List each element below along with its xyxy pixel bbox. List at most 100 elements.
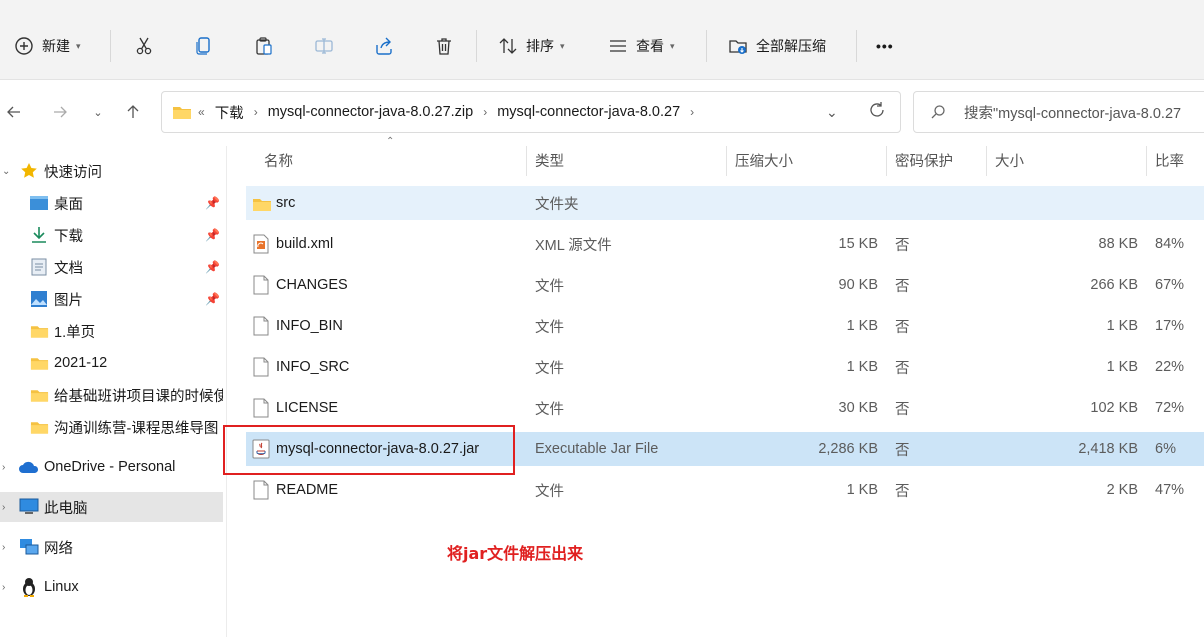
refresh-button[interactable] (868, 101, 886, 122)
up-button[interactable] (119, 96, 147, 128)
file-type: Executable Jar File (535, 441, 659, 457)
toolbar-divider (856, 30, 857, 62)
address-overflow[interactable]: « (198, 105, 205, 119)
address-dropdown-icon[interactable]: ⌄ (826, 104, 838, 121)
sidebar-item-onedrive[interactable]: › OneDrive - Personal (0, 452, 223, 482)
file-name: INFO_SRC (276, 359, 350, 375)
file-type: XML 源文件 (535, 237, 612, 254)
sidebar-item-label: 快速访问 (44, 164, 102, 181)
view-list-icon (610, 40, 626, 52)
column-header-type[interactable]: 类型 (535, 140, 564, 180)
column-divider[interactable] (886, 146, 887, 176)
file-row-changes[interactable]: CHANGES 文件 90 KB 否 266 KB 67% (246, 268, 1204, 302)
sidebar-item-desktop[interactable]: 桌面 📌 (0, 188, 223, 218)
sidebar-item-label: 2021-12 (54, 355, 108, 371)
sidebar-item-downloads[interactable]: 下载 📌 (0, 220, 223, 250)
search-box[interactable]: 搜索"mysql-connector-java-8.0.27 (913, 91, 1204, 133)
column-divider[interactable] (986, 146, 987, 176)
sidebar-item-folder-4[interactable]: 沟通训练营-课程思维导图 (0, 412, 223, 442)
file-name: LICENSE (276, 400, 339, 416)
column-divider[interactable] (526, 146, 527, 176)
file-icon (253, 357, 269, 377)
paste-button[interactable] (254, 26, 274, 66)
share-button[interactable] (374, 26, 394, 66)
view-label: 查看 (636, 38, 664, 54)
file-password: 否 (895, 278, 910, 295)
file-compressed-size: 30 KB (838, 400, 879, 416)
file-compressed-size: 90 KB (838, 277, 879, 293)
copy-button[interactable] (194, 26, 214, 66)
column-header-ratio[interactable]: 比率 (1155, 140, 1184, 180)
sidebar-item-pictures[interactable]: 图片 📌 (0, 284, 223, 314)
pin-icon[interactable]: 📌 (205, 292, 220, 306)
breadcrumb-zip[interactable]: mysql-connector-java-8.0.27.zip (268, 104, 474, 120)
more-button[interactable]: ••• (876, 26, 894, 66)
sidebar-item-network[interactable]: › 网络 (0, 532, 223, 562)
chevron-right-icon[interactable]: › (2, 542, 5, 553)
column-divider[interactable] (726, 146, 727, 176)
breadcrumb-downloads[interactable]: 下载 (215, 102, 244, 123)
arrow-left-icon (7, 106, 20, 118)
sidebar-item-quick-access[interactable]: ⌄ 快速访问 (0, 156, 223, 186)
rename-icon (315, 38, 333, 54)
chevron-down-icon: ▾ (560, 40, 565, 51)
column-header-size[interactable]: 大小 (995, 140, 1024, 180)
rename-button[interactable] (314, 26, 334, 66)
column-header-compressed-size[interactable]: 压缩大小 (735, 140, 793, 180)
pin-icon[interactable]: 📌 (205, 260, 220, 274)
column-divider[interactable] (1146, 146, 1147, 176)
sidebar-item-folder-3[interactable]: 给基础班讲项目课的时候使 (0, 380, 223, 410)
search-input[interactable]: 搜索"mysql-connector-java-8.0.27 (964, 102, 1181, 123)
sidebar-item-linux[interactable]: › Linux (0, 572, 223, 602)
chevron-right-icon: › (690, 105, 695, 119)
folder-icon (30, 358, 49, 370)
sidebar-item-label: 给基础班讲项目课的时候使 (54, 388, 223, 405)
file-row-license[interactable]: LICENSE 文件 30 KB 否 102 KB 72% (246, 391, 1204, 425)
share-icon (376, 37, 392, 55)
sidebar-item-documents[interactable]: 文档 📌 (0, 252, 223, 282)
pane-divider[interactable] (226, 146, 227, 637)
file-row-src[interactable]: src 文件夹 (246, 186, 1204, 220)
extract-all-button[interactable]: 全部解压缩 (728, 26, 826, 66)
file-icon (253, 275, 269, 295)
sort-button[interactable]: 排序 ▾ (498, 26, 565, 66)
file-ratio: 84% (1155, 236, 1185, 252)
file-ratio: 17% (1155, 318, 1185, 334)
file-name: README (276, 482, 339, 498)
toolbar-divider (706, 30, 707, 62)
network-icon (20, 539, 39, 555)
pin-icon[interactable]: 📌 (205, 196, 220, 210)
file-row-readme[interactable]: README 文件 1 KB 否 2 KB 47% (246, 473, 1204, 507)
chevron-right-icon[interactable]: › (2, 582, 5, 593)
chevron-right-icon[interactable]: › (2, 502, 5, 513)
sidebar-item-this-pc[interactable]: › 此电脑 (0, 492, 223, 522)
recent-locations-button[interactable]: ⌄ (84, 96, 112, 128)
folder-icon (253, 199, 271, 211)
cut-button[interactable] (134, 26, 154, 66)
sidebar-item-folder-2[interactable]: 2021-12 (0, 348, 223, 378)
chevron-right-icon[interactable]: › (2, 462, 5, 473)
sidebar-item-folder-1[interactable]: 1.单页 (0, 316, 223, 346)
new-button[interactable]: 新建 ▾ (14, 26, 81, 66)
chevron-down-icon[interactable]: ⌄ (2, 166, 10, 177)
chevron-down-icon: ▾ (76, 40, 81, 51)
pin-icon[interactable]: 📌 (205, 228, 220, 242)
view-button[interactable]: 查看 ▾ (608, 26, 675, 66)
file-password: 否 (895, 237, 910, 254)
arrow-up-icon (127, 105, 139, 118)
file-row-info-bin[interactable]: INFO_BIN 文件 1 KB 否 1 KB 17% (246, 309, 1204, 343)
annotation-text: 将jar文件解压出来 (447, 544, 584, 563)
column-header-password[interactable]: 密码保护 (895, 140, 953, 180)
back-button[interactable] (0, 96, 28, 128)
extract-folder-icon (729, 40, 747, 54)
clipboard-icon (256, 37, 272, 55)
forward-button[interactable] (46, 96, 74, 128)
delete-button[interactable] (434, 26, 454, 66)
breadcrumb-folder[interactable]: mysql-connector-java-8.0.27 (497, 104, 680, 120)
address-bar[interactable]: « 下载 › mysql-connector-java-8.0.27.zip ›… (161, 91, 901, 133)
sidebar-item-label: 图片 (54, 292, 83, 309)
plus-circle-icon (15, 37, 33, 55)
file-row-info-src[interactable]: INFO_SRC 文件 1 KB 否 1 KB 22% (246, 350, 1204, 384)
column-header-name[interactable]: 名称 (264, 140, 293, 180)
file-row-build-xml[interactable]: build.xml XML 源文件 15 KB 否 88 KB 84% (246, 227, 1204, 261)
